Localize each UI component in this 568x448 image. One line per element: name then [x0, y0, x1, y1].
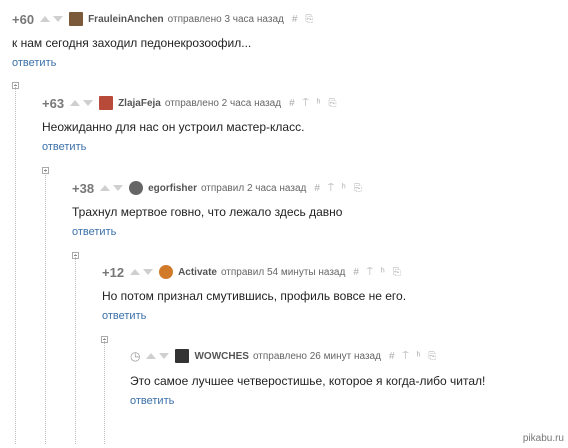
- save-icon[interactable]: ⎘: [428, 351, 436, 362]
- comment-time[interactable]: отправил 2 часа назад: [201, 183, 306, 194]
- upvote-icon[interactable]: [130, 269, 141, 275]
- go-to-parent-icon[interactable]: ⍑: [303, 98, 309, 109]
- upvote-icon[interactable]: [70, 100, 81, 106]
- comment-author[interactable]: egorfisher: [148, 183, 197, 194]
- comment-header: ◷ WOWCHES отправлено 26 минут назад # ⍑ …: [130, 348, 444, 364]
- comment-score: +12: [102, 264, 125, 280]
- downvote-icon[interactable]: [143, 269, 154, 275]
- reply-link[interactable]: ответить: [12, 57, 56, 69]
- go-to-parent-icon[interactable]: ⍑: [328, 183, 334, 194]
- link-icon[interactable]: ʰ: [381, 267, 385, 278]
- collapse-toggle[interactable]: [12, 82, 19, 89]
- downvote-icon[interactable]: [113, 185, 124, 191]
- thread-line: [75, 254, 76, 444]
- clock-icon: ◷: [130, 349, 141, 363]
- avatar[interactable]: [99, 96, 114, 110]
- avatar[interactable]: [159, 265, 174, 279]
- save-icon[interactable]: ⎘: [305, 14, 313, 25]
- collapse-toggle[interactable]: [42, 167, 49, 174]
- link-icon[interactable]: ʰ: [417, 351, 421, 362]
- comment-text: к нам сегодня заходил педонекрозоофил...: [12, 36, 252, 50]
- comment-text: Но потом признал смутившись, профиль вов…: [102, 289, 407, 303]
- reply-link[interactable]: ответить: [42, 141, 86, 153]
- downvote-icon[interactable]: [159, 353, 170, 359]
- avatar[interactable]: [69, 12, 84, 26]
- avatar[interactable]: [129, 181, 144, 195]
- collapse-toggle[interactable]: [101, 336, 108, 343]
- watermark: pikabu.ru: [522, 433, 564, 444]
- comment-score: +38: [72, 180, 95, 196]
- hash-icon[interactable]: #: [353, 267, 359, 278]
- comment-text: Это самое лучшее четверостишье, которое …: [130, 374, 486, 388]
- comment-score: +60: [12, 11, 35, 27]
- avatar[interactable]: [175, 349, 190, 363]
- comment-time[interactable]: отправлено 3 часа назад: [168, 14, 284, 25]
- comment-header: +63 ZlajaFeja отправлено 2 часа назад # …: [42, 95, 345, 111]
- upvote-icon[interactable]: [100, 185, 111, 191]
- thread-line: [15, 84, 16, 444]
- comment-text: Неожиданно для нас он устроил мастер-кла…: [42, 120, 305, 134]
- comment-author[interactable]: ZlajaFeja: [118, 98, 161, 109]
- save-icon[interactable]: ⎘: [329, 98, 337, 109]
- reply-link[interactable]: ответить: [102, 310, 146, 322]
- comment-time[interactable]: отправлено 26 минут назад: [253, 351, 381, 362]
- comment-author[interactable]: WOWCHES: [194, 351, 248, 362]
- upvote-icon[interactable]: [40, 16, 51, 22]
- comment-header: +60 FrauleinAnchen отправлено 3 часа наз…: [12, 11, 321, 27]
- save-icon[interactable]: ⎘: [354, 183, 362, 194]
- downvote-icon[interactable]: [53, 16, 64, 22]
- hash-icon[interactable]: #: [292, 14, 298, 25]
- comment-author[interactable]: FrauleinAnchen: [88, 14, 164, 25]
- reply-link[interactable]: ответить: [72, 226, 116, 238]
- collapse-toggle[interactable]: [72, 252, 79, 259]
- comment-score: +63: [42, 95, 65, 111]
- upvote-icon[interactable]: [146, 353, 157, 359]
- comment-time[interactable]: отправлено 2 часа назад: [165, 98, 281, 109]
- hash-icon[interactable]: #: [389, 351, 395, 362]
- comment-text: Трахнул мертвое говно, что лежало здесь …: [72, 205, 343, 219]
- comment-header: +12 Activate отправил 54 минуты назад # …: [102, 264, 409, 280]
- comment-time[interactable]: отправил 54 минуты назад: [221, 267, 345, 278]
- link-icon[interactable]: ʰ: [342, 183, 346, 194]
- downvote-icon[interactable]: [83, 100, 94, 106]
- save-icon[interactable]: ⎘: [393, 267, 401, 278]
- hash-icon[interactable]: #: [314, 183, 320, 194]
- reply-link[interactable]: ответить: [130, 395, 174, 407]
- comment-header: +38 egorfisher отправил 2 часа назад # ⍑…: [72, 180, 370, 196]
- go-to-parent-icon[interactable]: ⍑: [403, 351, 409, 362]
- comment-author[interactable]: Activate: [178, 267, 217, 278]
- hash-icon[interactable]: #: [289, 98, 295, 109]
- go-to-parent-icon[interactable]: ⍑: [367, 267, 373, 278]
- link-icon[interactable]: ʰ: [317, 98, 321, 109]
- thread-line: [45, 169, 46, 444]
- thread-line: [104, 338, 105, 444]
